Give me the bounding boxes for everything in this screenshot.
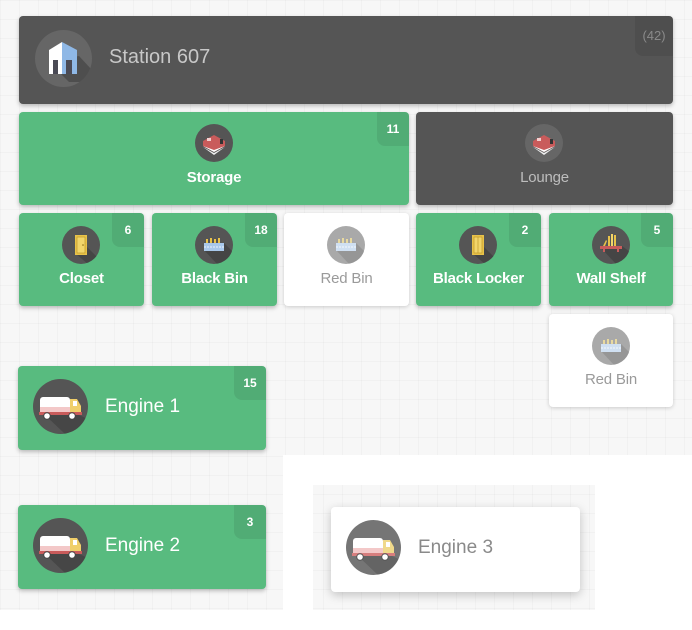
container-tile-wall-shelf[interactable]: Wall Shelf 5: [549, 213, 673, 306]
container-label: Closet: [59, 270, 104, 287]
room-tile-lounge[interactable]: Lounge: [416, 112, 673, 205]
container-tile-black-locker[interactable]: Black Locker 2: [416, 213, 541, 306]
background-patch: [283, 455, 692, 485]
engine-tile-1[interactable]: Engine 1 15: [18, 366, 266, 450]
truck-icon: [346, 520, 401, 575]
count-badge: 11: [377, 112, 409, 146]
background-patch: [595, 485, 692, 630]
room-label: Lounge: [520, 169, 569, 186]
container-label: Red Bin: [320, 270, 373, 287]
container-label: Black Locker: [433, 270, 524, 287]
room-icon: [525, 124, 563, 162]
door-icon: [62, 226, 100, 264]
room-label: Storage: [186, 169, 242, 186]
bin-icon: [327, 226, 365, 264]
container-label: Black Bin: [181, 270, 248, 287]
engine-tile-2[interactable]: Engine 2 3: [18, 505, 266, 589]
engine-tile-3[interactable]: Engine 3: [331, 507, 580, 592]
background-patch: [283, 485, 313, 630]
room-tile-storage[interactable]: Storage 11: [19, 112, 409, 205]
engine-label: Engine 1: [105, 396, 181, 417]
engine-label: Engine 3: [418, 537, 494, 558]
count-badge: 18: [245, 213, 277, 247]
station-title: Station 607: [109, 46, 211, 68]
bin-icon: [195, 226, 233, 264]
station-count-badge: (42): [635, 16, 673, 56]
bin-icon: [592, 327, 630, 365]
count-badge: 15: [234, 366, 266, 400]
container-tile-red-bin[interactable]: Red Bin: [549, 314, 673, 407]
engine-label: Engine 2: [105, 535, 181, 556]
count-badge: 2: [509, 213, 541, 247]
station-tile[interactable]: Station 607 (42): [19, 16, 673, 104]
container-tile-black-bin[interactable]: Black Bin 18: [152, 213, 277, 306]
count-badge: 6: [112, 213, 144, 247]
truck-icon: [33, 518, 88, 573]
locker-icon: [459, 226, 497, 264]
shelf-icon: [592, 226, 630, 264]
truck-icon: [33, 379, 88, 434]
container-label: Red Bin: [585, 371, 637, 388]
building-icon: [35, 30, 92, 87]
count-badge: 3: [234, 505, 266, 539]
container-tile-red-bin[interactable]: Red Bin: [284, 213, 409, 306]
count-badge: 5: [641, 213, 673, 247]
container-label: Wall Shelf: [576, 270, 646, 287]
container-tile-closet[interactable]: Closet 6: [19, 213, 144, 306]
background-patch: [0, 610, 692, 630]
room-icon: [195, 124, 233, 162]
